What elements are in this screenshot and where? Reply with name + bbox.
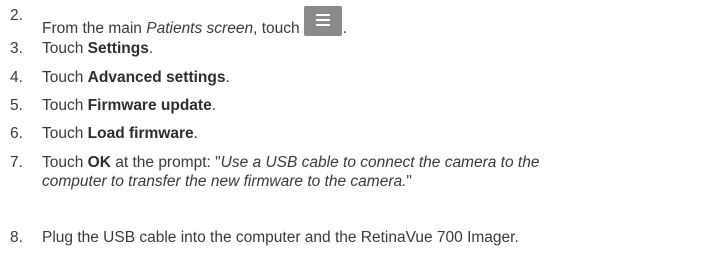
step-text: Touch Settings.	[42, 40, 154, 57]
ui-label: Settings	[87, 40, 149, 57]
ui-label: Load firmware	[87, 125, 194, 142]
step-number: 8.	[10, 229, 23, 246]
screen-name: Patients screen	[146, 20, 254, 37]
step-number: 3.	[10, 40, 23, 57]
step-text: From the main Patients screen, touch.	[42, 6, 712, 38]
step-number: 2.	[10, 7, 23, 24]
ui-label: Advanced settings	[87, 69, 226, 86]
prompt-text-line2: computer to transfer the new firmware to…	[42, 173, 407, 190]
step-text: Touch Load firmware.	[42, 125, 198, 142]
step-number: 5.	[10, 97, 23, 114]
step-text: Touch Firmware update.	[42, 97, 217, 114]
step-text: Plug the USB cable into the computer and…	[42, 229, 519, 246]
step-text: Touch Advanced settings.	[42, 69, 230, 86]
ui-label: Firmware update	[87, 97, 212, 114]
prompt-text-line1: Use a USB cable to connect the camera to…	[220, 154, 540, 171]
step-text: Touch OK at the prompt: "Use a USB cable…	[42, 154, 540, 190]
menu-icon	[303, 6, 342, 36]
ui-label: OK	[87, 154, 111, 171]
step-number: 7.	[10, 154, 23, 171]
step-number: 6.	[10, 125, 23, 142]
step-number: 4.	[10, 69, 23, 86]
